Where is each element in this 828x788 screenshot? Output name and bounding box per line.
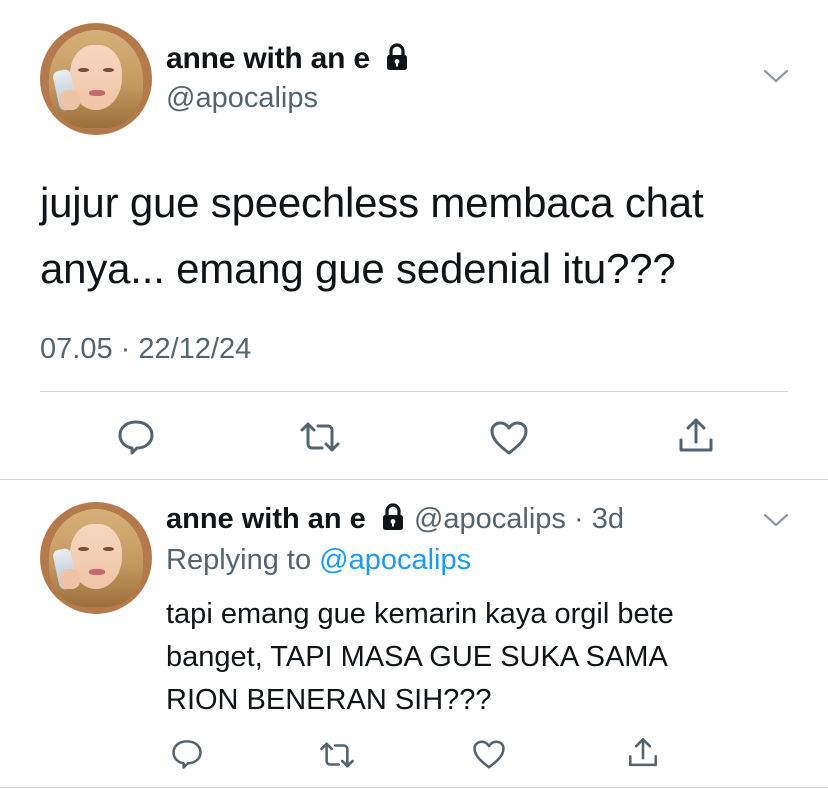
reply-author-name[interactable]: anne with an e (166, 503, 366, 535)
lock-icon (382, 503, 403, 530)
reply-icon[interactable] (170, 738, 204, 770)
lock-icon (387, 43, 408, 70)
chevron-down-icon[interactable] (762, 510, 790, 530)
retweet-icon[interactable] (298, 420, 342, 454)
tweet-text-line: anya... emang gue sedenial itu??? (40, 245, 676, 292)
chevron-down-icon[interactable] (762, 66, 790, 86)
author-avatar[interactable] (40, 23, 152, 135)
share-icon[interactable] (626, 736, 660, 770)
reply-author-avatar[interactable] (40, 502, 152, 614)
replying-to-label: Replying to (166, 544, 312, 576)
like-icon[interactable] (489, 420, 529, 456)
reply-text-line: tapi emang gue kemarin kaya orgil bete (166, 598, 674, 630)
divider (40, 391, 788, 392)
reply-icon[interactable] (116, 418, 156, 456)
share-icon[interactable] (676, 416, 716, 456)
divider (0, 479, 828, 480)
reply-text-line: banget, TAPI MASA GUE SUKA SAMA (166, 641, 668, 673)
author-name[interactable]: anne with an e (166, 42, 370, 75)
author-handle[interactable]: @apocalips (166, 82, 318, 115)
reply-author-handle[interactable]: @apocalips (414, 503, 566, 535)
retweet-icon[interactable] (318, 740, 356, 770)
tweet-timestamp[interactable]: 07.05 · 22/12/24 (40, 333, 251, 366)
replying-to-mention[interactable]: @apocalips (319, 544, 471, 576)
like-icon[interactable] (472, 739, 506, 770)
reply-text: tapi emang gue kemarin kaya orgil bete b… (166, 593, 786, 722)
reply-text-line: RION BENERAN SIH??? (166, 684, 492, 716)
reply-age[interactable]: · 3d (574, 503, 624, 535)
reply-header: anne with an e @apocalips · 3d (166, 503, 624, 536)
tweet-text-line: jujur gue speechless membaca chat (40, 179, 704, 226)
author-name-row[interactable]: anne with an e (166, 42, 410, 76)
tweet-text: jujur gue speechless membaca chat anya..… (40, 170, 800, 302)
replying-to: Replying to @apocalips (166, 544, 471, 577)
